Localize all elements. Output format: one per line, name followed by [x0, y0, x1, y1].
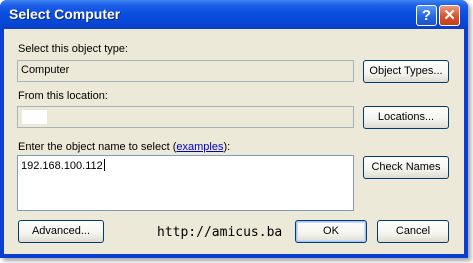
help-button[interactable]: ? — [416, 5, 437, 26]
locations-button[interactable]: Locations... — [363, 106, 449, 129]
object-name-label-suffix: ): — [223, 141, 231, 153]
watermark-text: http://amicus.ba — [157, 225, 283, 240]
close-icon: ✕ — [443, 7, 456, 24]
object-name-input[interactable]: 192.168.100.112 — [17, 155, 354, 211]
location-field — [17, 106, 354, 128]
check-names-button[interactable]: Check Names — [363, 156, 449, 179]
title-bar[interactable]: Select Computer ? ✕ — [0, 0, 468, 29]
object-name-label: Enter the object name to select (example… — [18, 141, 230, 153]
object-types-button[interactable]: Object Types... — [363, 60, 449, 83]
object-type-field: Computer — [17, 60, 354, 82]
location-label: From this location: — [18, 90, 108, 102]
window-title: Select Computer — [9, 6, 121, 22]
dialog-window: Select Computer ? ✕ Select this object t… — [0, 0, 468, 258]
cancel-button[interactable]: Cancel — [377, 220, 449, 243]
close-button[interactable]: ✕ — [439, 5, 460, 26]
location-redacted-block — [22, 110, 47, 124]
ok-button[interactable]: OK — [295, 220, 367, 243]
dialog-body: Select this object type: Computer Object… — [4, 29, 464, 254]
examples-link[interactable]: examples — [176, 141, 223, 153]
help-icon: ? — [421, 7, 432, 24]
object-name-label-prefix: Enter the object name to select ( — [18, 141, 177, 153]
object-type-label: Select this object type: — [18, 43, 129, 55]
object-name-value: 192.168.100.112 — [21, 160, 103, 172]
text-caret — [103, 159, 105, 171]
advanced-button[interactable]: Advanced... — [18, 220, 104, 243]
